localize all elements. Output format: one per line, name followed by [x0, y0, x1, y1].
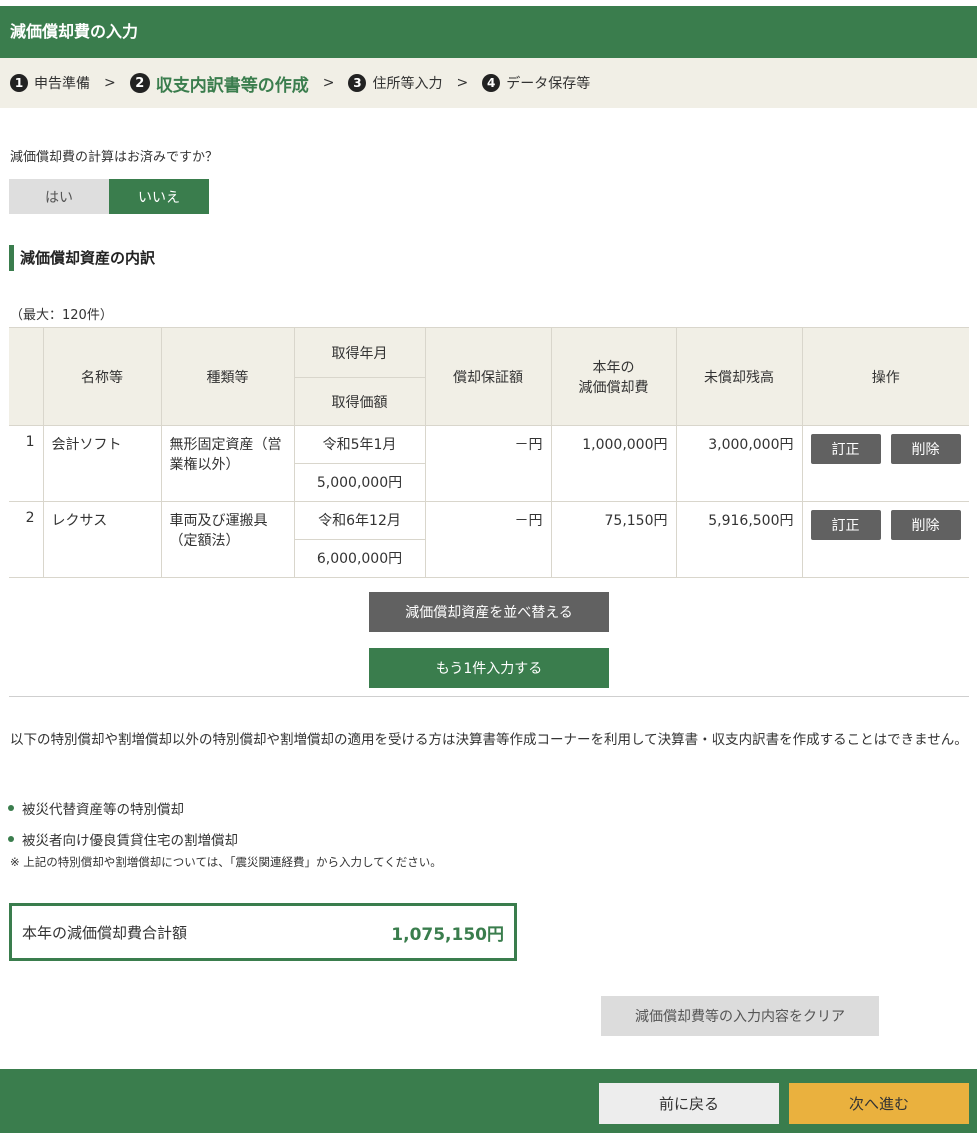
bullet-text: 被災者向け優良賃貸住宅の割増償却 — [22, 832, 238, 849]
asset-table: 名称等 種類等 取得年月 償却保証額 本年の 減価償却費 未償却残高 操作 取得… — [9, 327, 969, 578]
acq-price-header: 取得価額 — [294, 377, 425, 426]
chevron-right-icon: > — [322, 75, 335, 91]
asset-name: 会計ソフト — [42, 425, 162, 502]
table-row: 1 会計ソフト 無形固定資産（営業権以外） 令和5年1月 －円 1,000,00… — [9, 425, 969, 502]
clear-inputs-button[interactable]: 減価償却費等の入力内容をクリア — [601, 996, 879, 1036]
step-2-number: 2 — [129, 73, 150, 93]
edit-button[interactable]: 訂正 — [810, 510, 881, 540]
next-button[interactable]: 次へ進む — [789, 1083, 969, 1124]
type-header: 種類等 — [160, 327, 295, 426]
step-indicator: 1 申告準備 > 2 収支内訳書等の作成 > 3 住所等入力 > 4 データ保存… — [0, 58, 977, 108]
footnote: ※ 上記の特別償却や割増償却については、「震災関連経費」から入力してください。 — [10, 855, 442, 869]
total-box: 本年の減価償却費合計額 1,075,150円 — [9, 903, 517, 961]
list-item: 被災代替資産等の特別償却 — [8, 792, 238, 823]
no-button-selected[interactable]: いいえ — [109, 179, 209, 214]
list-item: 被災者向け優良賃貸住宅の割増償却 — [8, 823, 238, 854]
depreciation-amount: 75,150円 — [550, 501, 677, 578]
section-title: 減価償却資産の内訳 — [9, 245, 155, 271]
yes-no-toggle: はい いいえ — [9, 179, 209, 214]
bullet-text: 被災代替資産等の特別償却 — [22, 801, 184, 818]
row-ops: 訂正 削除 — [801, 425, 969, 502]
bullet-icon — [8, 804, 14, 811]
bullet-icon — [8, 835, 14, 842]
step-4-number: 4 — [482, 74, 501, 92]
depreciation-header: 本年の 減価償却費 — [550, 327, 677, 426]
depreciation-header-line2: 減価償却費 — [578, 379, 649, 396]
step-3-label: 住所等入力 — [372, 76, 443, 92]
add-another-button[interactable]: もう1件入力する — [369, 648, 609, 688]
divider — [9, 696, 969, 697]
yes-button[interactable]: はい — [9, 179, 109, 214]
notice-paragraph: 以下の特別償却や割増償却以外の特別償却や割増償却の適用を受ける方は決算書等作成コ… — [10, 732, 968, 748]
notice-bullets: 被災代替資産等の特別償却 被災者向け優良賃貸住宅の割増償却 — [8, 792, 238, 854]
page-header: 減価償却費の入力 — [0, 6, 977, 58]
acq-price: 5,000,000円 — [294, 463, 425, 502]
remaining-header: 未償却残高 — [675, 327, 803, 426]
name-header: 名称等 — [42, 327, 162, 426]
remaining-amount: 5,916,500円 — [675, 501, 803, 578]
step-1-label: 申告準備 — [34, 76, 90, 92]
row-index: 2 — [9, 501, 44, 578]
remaining-amount: 3,000,000円 — [675, 425, 803, 502]
table-row: 2 レクサス 車両及び運搬具（定額法） 令和6年12月 －円 75,150円 5… — [9, 501, 969, 578]
sort-assets-button[interactable]: 減価償却資産を並べ替える — [369, 592, 609, 632]
step-2-current: 2 収支内訳書等の作成 — [129, 71, 309, 96]
max-count-note: （最大：120件） — [10, 308, 113, 323]
row-index: 1 — [9, 425, 44, 502]
total-label: 本年の減価償却費合計額 — [22, 923, 188, 942]
ops-header: 操作 — [801, 327, 969, 426]
edit-button[interactable]: 訂正 — [810, 434, 881, 464]
chevron-right-icon: > — [104, 75, 116, 91]
guarantee-header: 償却保証額 — [424, 327, 552, 426]
step-2-label: 収支内訳書等の作成 — [155, 75, 309, 96]
step-4-label: データ保存等 — [506, 76, 591, 92]
step-1-number: 1 — [10, 74, 28, 92]
asset-name: レクサス — [42, 501, 162, 578]
page-title: 減価償却費の入力 — [10, 22, 139, 41]
depreciation-amount: 1,000,000円 — [550, 425, 677, 502]
step-4: 4 データ保存等 — [482, 73, 590, 93]
depreciation-header-line1: 本年の — [592, 359, 635, 376]
footer-bar: 前に戻る 次へ進む — [0, 1069, 977, 1133]
total-value: 1,075,150円 — [391, 924, 504, 945]
back-button[interactable]: 前に戻る — [599, 1083, 779, 1124]
acq-price: 6,000,000円 — [294, 539, 425, 578]
acq-date: 令和6年12月 — [293, 501, 426, 540]
chevron-right-icon: > — [456, 75, 469, 91]
step-1: 1 申告準備 — [10, 73, 90, 93]
delete-button[interactable]: 削除 — [890, 434, 961, 464]
guarantee-amount: －円 — [424, 501, 552, 578]
index-header — [9, 327, 44, 426]
guarantee-amount: －円 — [424, 425, 552, 502]
row-ops: 訂正 削除 — [801, 501, 969, 578]
step-3-number: 3 — [348, 74, 367, 92]
asset-type: 無形固定資産（営業権以外） — [160, 425, 295, 502]
depreciation-question: 減価償却費の計算はお済みですか？ — [10, 150, 219, 165]
acq-date: 令和5年1月 — [293, 425, 426, 464]
acq-date-header: 取得年月 — [293, 327, 426, 378]
step-3: 3 住所等入力 — [348, 73, 442, 93]
asset-type: 車両及び運搬具（定額法） — [160, 501, 295, 578]
delete-button[interactable]: 削除 — [890, 510, 961, 540]
